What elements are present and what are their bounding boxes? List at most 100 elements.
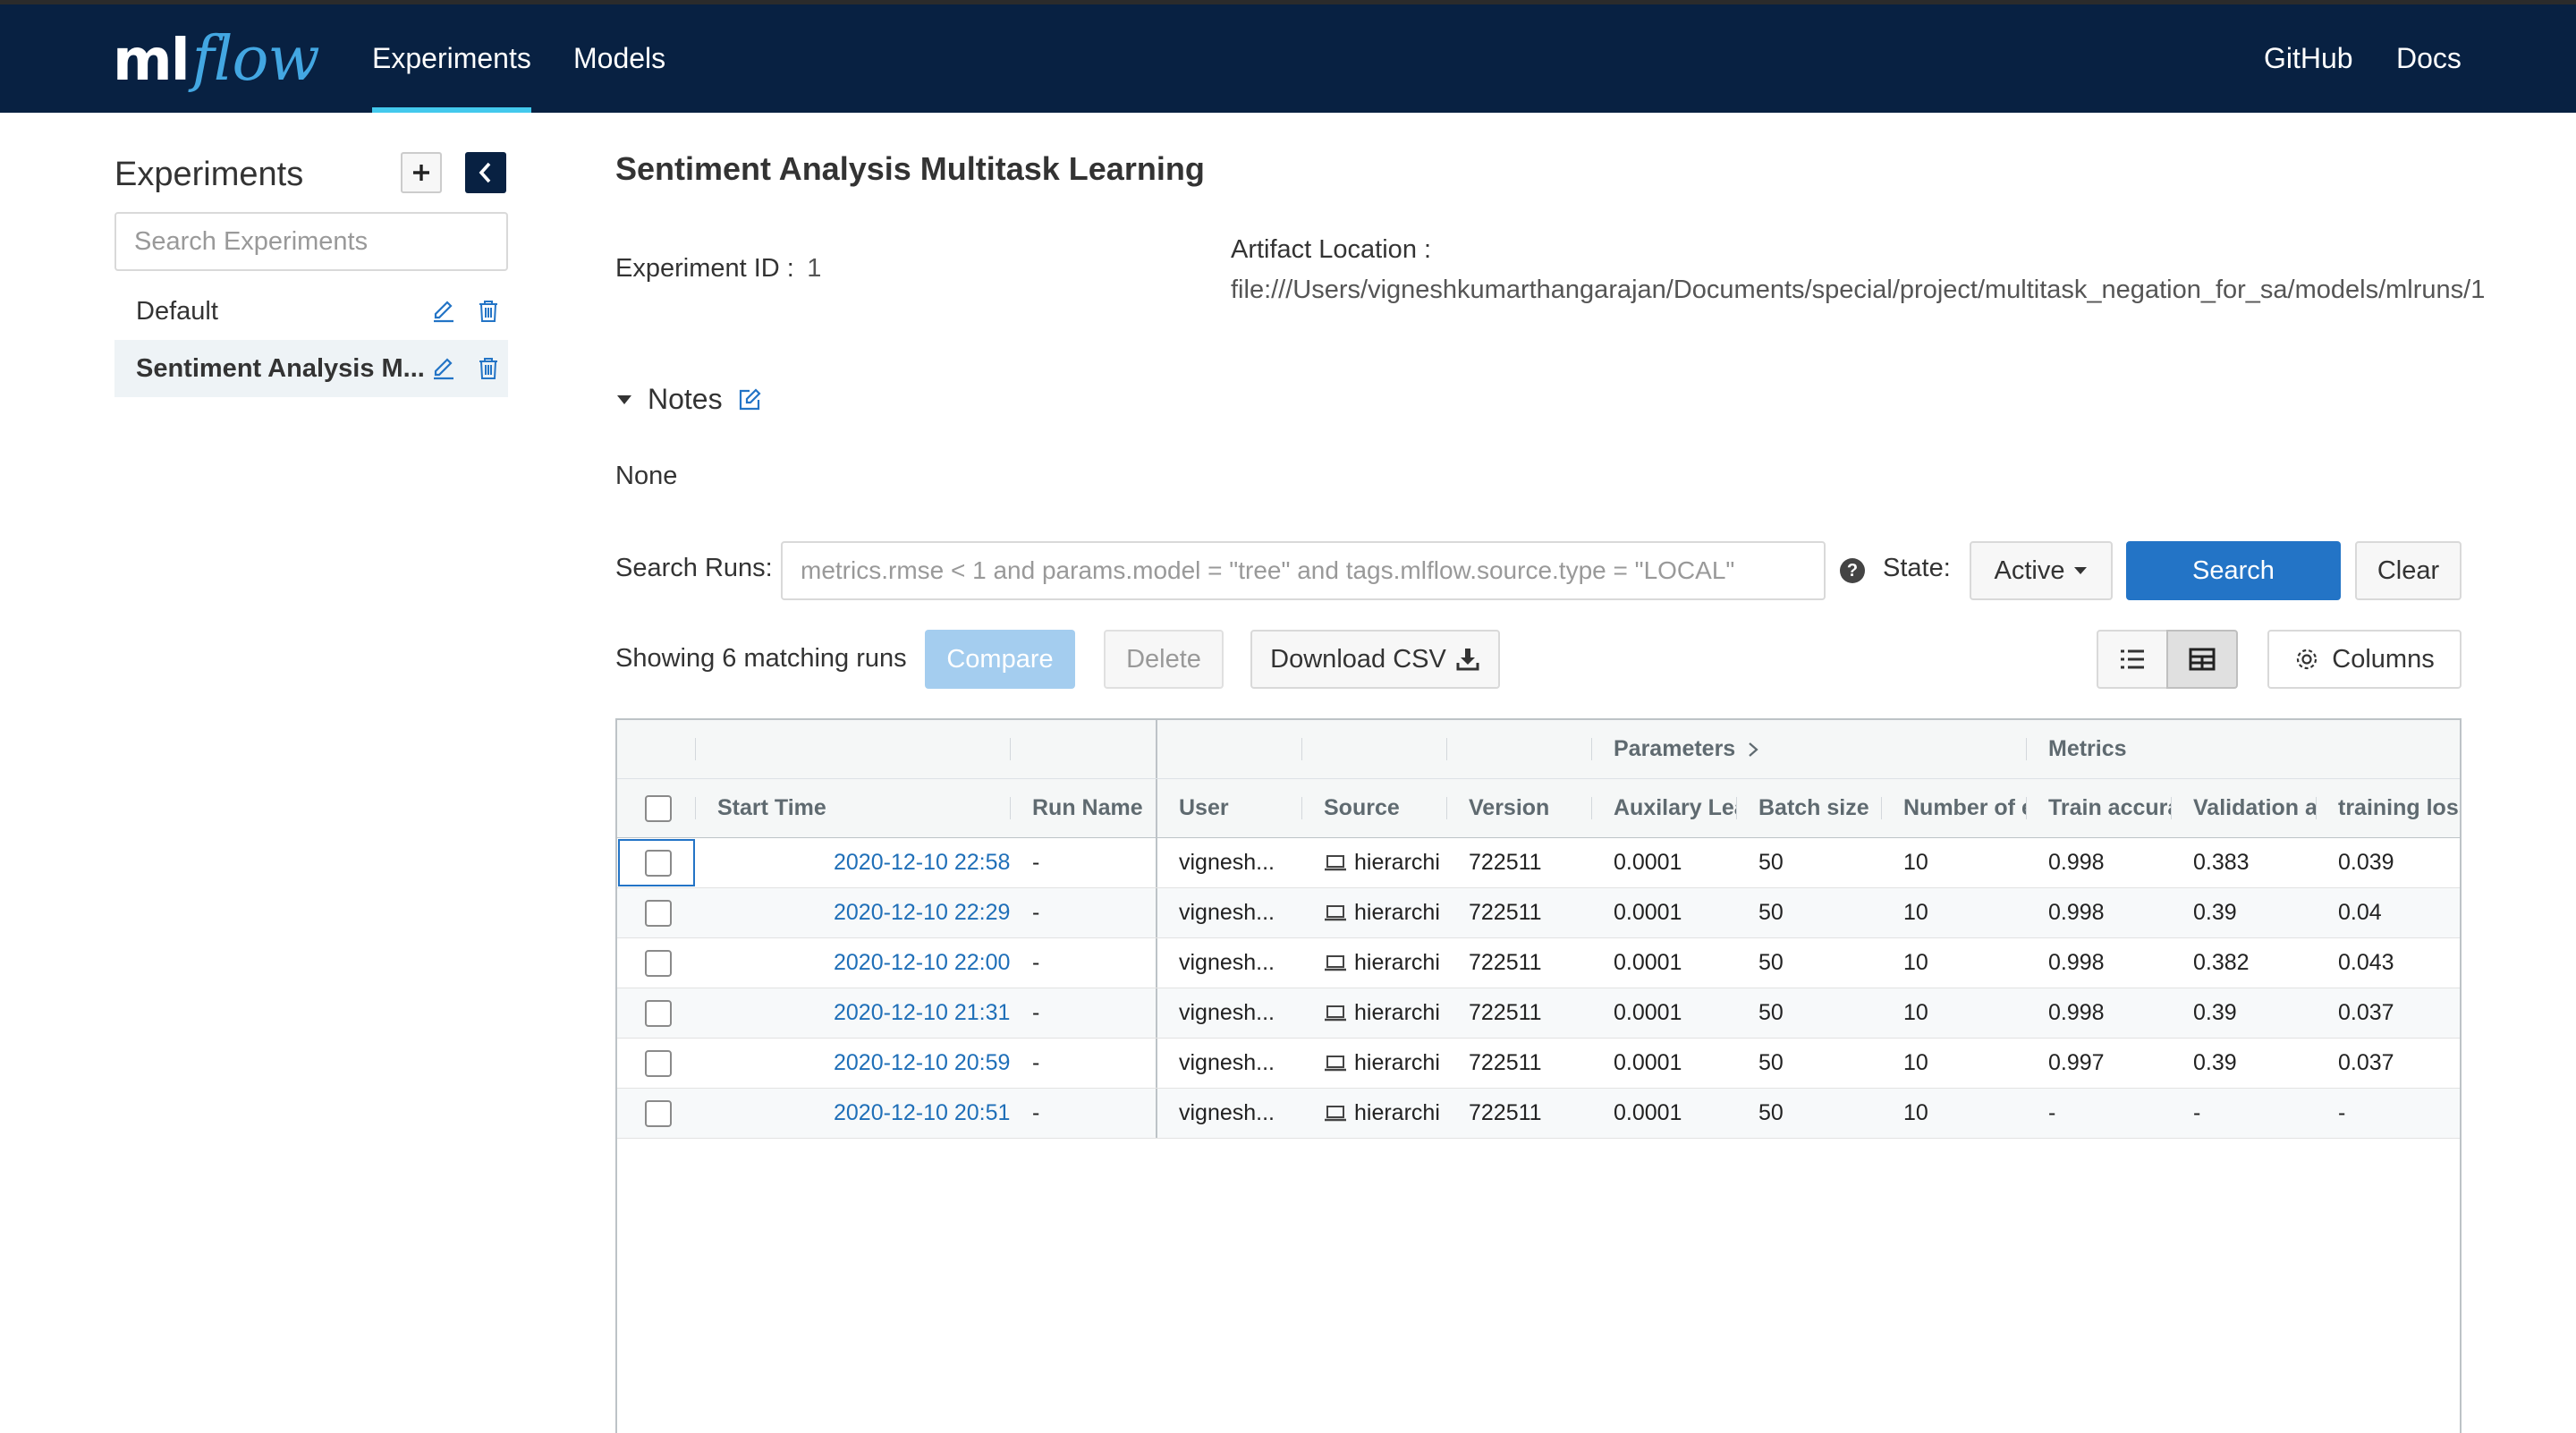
batch-size-cell: 50 — [1758, 900, 1784, 925]
column-header-train-accuracy[interactable]: Train accura — [2027, 779, 2172, 837]
table-row[interactable]: 2020-12-10 22:00:21 - vignesh... hierarc… — [617, 938, 2460, 988]
source-cell[interactable]: hierarchi — [1302, 888, 1447, 937]
column-header-num-epochs[interactable]: Number of e — [1882, 779, 2027, 837]
table-row[interactable]: 2020-12-10 20:59:56 - vignesh... hierarc… — [617, 1039, 2460, 1089]
select-all-checkbox[interactable] — [645, 794, 672, 822]
notes-content: None — [615, 462, 678, 490]
logo-ml-text: ml — [113, 28, 191, 94]
row-checkbox[interactable] — [645, 949, 672, 977]
source-cell[interactable]: hierarchi — [1302, 988, 1447, 1038]
start-time-link[interactable]: 2020-12-10 20:59:56 — [834, 1050, 1011, 1076]
delete-button[interactable]: Delete — [1104, 630, 1224, 689]
state-dropdown[interactable]: Active — [1970, 541, 2113, 600]
add-experiment-button[interactable] — [401, 152, 442, 193]
batch-size-cell: 50 — [1758, 950, 1784, 975]
run-name-cell: - — [1011, 838, 1157, 887]
parameters-group-header[interactable]: Parameters — [1592, 720, 2027, 778]
group-header-blank — [1157, 720, 1302, 778]
collapse-sidebar-button[interactable] — [465, 152, 506, 193]
row-checkbox[interactable] — [645, 849, 672, 877]
row-checkbox[interactable] — [645, 1049, 672, 1077]
version-cell: 722511 — [1469, 1100, 1542, 1125]
clear-button[interactable]: Clear — [2355, 541, 2462, 600]
start-time-link[interactable]: 2020-12-10 22:29:23 — [834, 900, 1011, 926]
nav-github[interactable]: GitHub — [2264, 4, 2353, 113]
start-time-link[interactable]: 2020-12-10 20:51:01 — [834, 1100, 1011, 1126]
edit-icon[interactable] — [431, 356, 456, 381]
trash-icon[interactable] — [476, 299, 501, 324]
table-row[interactable]: 2020-12-10 22:58:11 - vignesh... hierarc… — [617, 838, 2460, 888]
start-time-link[interactable]: 2020-12-10 22:58:11 — [834, 850, 1011, 876]
row-checkbox-cell — [617, 1089, 696, 1138]
column-header-user[interactable]: User — [1157, 779, 1302, 837]
column-header-version[interactable]: Version — [1447, 779, 1592, 837]
table-row[interactable]: 2020-12-10 21:31:06 - vignesh... hierarc… — [617, 988, 2460, 1039]
edit-notes-icon[interactable] — [737, 387, 762, 412]
num-epochs-cell: 10 — [1903, 1050, 1928, 1075]
start-time-link[interactable]: 2020-12-10 21:31:06 — [834, 1000, 1011, 1026]
grid-view-toggle[interactable] — [2166, 630, 2238, 689]
search-runs-input[interactable] — [781, 541, 1826, 600]
sidebar-item-default[interactable]: Default — [114, 283, 508, 340]
start-time-cell[interactable]: 2020-12-10 21:31:06 — [696, 988, 1011, 1038]
start-time-cell[interactable]: 2020-12-10 20:51:01 — [696, 1089, 1011, 1138]
start-time-link[interactable]: 2020-12-10 22:00:21 — [834, 950, 1011, 976]
parameters-label: Parameters — [1614, 736, 1736, 761]
source-cell[interactable]: hierarchi — [1302, 938, 1447, 988]
batch-size-cell: 50 — [1758, 1100, 1784, 1125]
row-checkbox[interactable] — [645, 999, 672, 1027]
start-time-cell[interactable]: 2020-12-10 22:58:11 — [696, 838, 1011, 887]
num-epochs-cell: 10 — [1903, 950, 1928, 975]
run-name-cell: - — [1011, 938, 1157, 988]
column-header-batch-size[interactable]: Batch size — [1737, 779, 1882, 837]
edit-icon[interactable] — [431, 299, 456, 324]
source-name: hierarchi — [1354, 900, 1440, 925]
notes-section-toggle[interactable]: Notes — [615, 383, 762, 416]
auxilary-lr-cell: 0.0001 — [1614, 950, 1682, 975]
columns-button[interactable]: Columns — [2267, 630, 2462, 689]
columns-label: Columns — [2332, 644, 2435, 674]
row-checkbox-cell — [617, 938, 696, 988]
source-cell[interactable]: hierarchi — [1302, 838, 1447, 887]
table-row[interactable]: 2020-12-10 20:51:01 - vignesh... hierarc… — [617, 1089, 2460, 1139]
train-accuracy-cell: - — [2048, 1100, 2056, 1125]
source-name: hierarchi — [1354, 1000, 1440, 1025]
compare-button[interactable]: Compare — [925, 630, 1075, 689]
notes-label: Notes — [648, 383, 723, 415]
group-header-blank — [617, 720, 696, 778]
start-time-cell[interactable]: 2020-12-10 20:59:56 — [696, 1039, 1011, 1088]
nav-experiments[interactable]: Experiments — [372, 4, 531, 113]
download-csv-button[interactable]: Download CSV — [1250, 630, 1500, 689]
column-header-auxilary-lr[interactable]: Auxilary Lea — [1592, 779, 1737, 837]
column-header-run-name[interactable]: Run Name — [1011, 779, 1157, 837]
source-name: hierarchi — [1354, 1100, 1440, 1125]
nav-models[interactable]: Models — [573, 4, 665, 113]
column-header-start-time[interactable]: Start Time — [696, 779, 1011, 837]
mlflow-logo[interactable]: ml flow — [113, 24, 320, 99]
start-time-cell[interactable]: 2020-12-10 22:29:23 — [696, 888, 1011, 937]
search-button[interactable]: Search — [2126, 541, 2341, 600]
source-cell[interactable]: hierarchi — [1302, 1039, 1447, 1088]
list-view-toggle[interactable] — [2097, 630, 2168, 689]
sidebar-item-sentiment-analysis[interactable]: Sentiment Analysis M... — [114, 340, 508, 397]
help-icon[interactable]: ? — [1840, 558, 1865, 583]
nav-docs[interactable]: Docs — [2396, 4, 2462, 113]
run-name-cell: - — [1011, 988, 1157, 1038]
train-accuracy-cell: 0.998 — [2048, 1000, 2105, 1025]
caret-down-icon[interactable] — [615, 394, 633, 406]
search-runs-label: Search Runs: — [615, 554, 773, 582]
column-header-validation-accuracy[interactable]: Validation a — [2172, 779, 2317, 837]
row-checkbox[interactable] — [645, 899, 672, 927]
row-checkbox-cell — [617, 888, 696, 937]
row-checkbox[interactable] — [645, 1099, 672, 1127]
trash-icon[interactable] — [476, 356, 501, 381]
source-cell[interactable]: hierarchi — [1302, 1089, 1447, 1138]
artifact-location-label: Artifact Location : — [1231, 235, 1432, 264]
column-header-source[interactable]: Source — [1302, 779, 1447, 837]
auxilary-lr-cell: 0.0001 — [1614, 850, 1682, 875]
search-experiments-input[interactable] — [114, 212, 508, 271]
table-row[interactable]: 2020-12-10 22:29:23 - vignesh... hierarc… — [617, 888, 2460, 938]
start-time-cell[interactable]: 2020-12-10 22:00:21 — [696, 938, 1011, 988]
list-view-icon — [2121, 649, 2144, 669]
column-header-training-loss[interactable]: training loss — [2317, 779, 2460, 837]
